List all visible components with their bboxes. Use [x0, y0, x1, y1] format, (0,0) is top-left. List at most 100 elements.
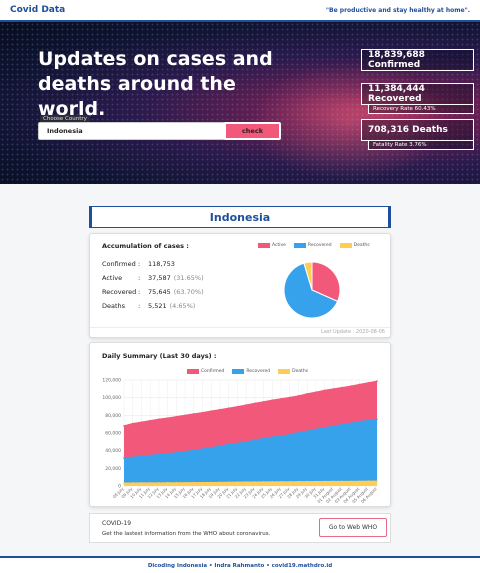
data-point-recovered[interactable] [254, 439, 256, 441]
data-point-deaths[interactable] [332, 480, 335, 483]
data-point-confirmed[interactable] [262, 400, 265, 403]
data-point-recovered[interactable] [123, 457, 125, 459]
data-point-recovered[interactable] [192, 449, 195, 452]
data-point-confirmed[interactable] [184, 414, 186, 417]
data-point-deaths[interactable] [358, 480, 361, 483]
data-point-deaths[interactable] [341, 480, 343, 483]
data-point-confirmed[interactable] [245, 404, 247, 406]
legend-item-recovered[interactable]: Recovered [232, 369, 270, 374]
data-point-confirmed[interactable] [210, 410, 213, 412]
data-point-confirmed[interactable] [192, 413, 195, 415]
data-point-confirmed[interactable] [166, 417, 169, 419]
data-point-deaths[interactable] [262, 481, 265, 483]
data-point-deaths[interactable] [210, 481, 213, 484]
data-point-confirmed[interactable] [332, 388, 335, 390]
legend-item-deaths[interactable]: Deaths [339, 243, 370, 248]
data-point-deaths[interactable] [315, 480, 317, 483]
data-point-recovered[interactable] [315, 428, 317, 431]
data-point-deaths[interactable] [140, 482, 143, 484]
data-point-deaths[interactable] [219, 481, 221, 484]
data-point-confirmed[interactable] [201, 411, 204, 414]
data-point-deaths[interactable] [131, 482, 134, 484]
data-point-confirmed[interactable] [315, 391, 317, 393]
data-point-confirmed[interactable] [297, 395, 300, 397]
data-point-recovered[interactable] [332, 425, 335, 427]
data-point-confirmed[interactable] [350, 385, 352, 387]
data-point-recovered[interactable] [376, 418, 378, 420]
data-point-recovered[interactable] [175, 451, 178, 454]
data-point-recovered[interactable] [245, 441, 247, 443]
data-point-confirmed[interactable] [323, 389, 326, 392]
data-point-confirmed[interactable] [149, 419, 151, 422]
data-point-deaths[interactable] [166, 481, 169, 484]
check-button[interactable]: check [224, 122, 281, 140]
data-point-confirmed[interactable] [236, 405, 239, 408]
data-point-confirmed[interactable] [175, 415, 178, 418]
data-point-recovered[interactable] [201, 448, 204, 450]
legend-item-recovered[interactable]: Recovered [293, 243, 332, 248]
legend-item-deaths[interactable]: Deaths [278, 369, 308, 374]
data-point-deaths[interactable] [306, 480, 309, 483]
data-point-recovered[interactable] [297, 431, 300, 434]
data-point-confirmed[interactable] [288, 396, 291, 399]
data-point-confirmed[interactable] [271, 399, 274, 401]
data-point-confirmed[interactable] [219, 408, 221, 411]
legend-item-confirmed[interactable]: Confirmed [187, 369, 224, 374]
data-point-recovered[interactable] [131, 456, 134, 458]
data-point-recovered[interactable] [323, 426, 326, 429]
data-point-recovered[interactable] [219, 445, 221, 447]
data-point-recovered[interactable] [288, 433, 291, 436]
data-point-deaths[interactable] [245, 481, 247, 483]
data-point-deaths[interactable] [123, 482, 125, 484]
brand-logo[interactable]: Covid Data [10, 5, 65, 15]
data-point-deaths[interactable] [297, 480, 300, 483]
data-point-recovered[interactable] [184, 450, 186, 453]
data-point-deaths[interactable] [376, 480, 378, 482]
data-point-confirmed[interactable] [254, 402, 256, 405]
data-point-deaths[interactable] [192, 481, 195, 484]
legend-item-active[interactable]: Active [258, 243, 286, 248]
data-point-recovered[interactable] [236, 442, 239, 444]
data-point-confirmed[interactable] [158, 418, 160, 420]
data-point-confirmed[interactable] [227, 407, 230, 409]
data-point-deaths[interactable] [367, 480, 370, 482]
data-point-recovered[interactable] [358, 420, 361, 423]
data-point-confirmed[interactable] [123, 425, 125, 427]
data-point-recovered[interactable] [350, 422, 352, 424]
data-point-deaths[interactable] [350, 480, 352, 483]
data-point-deaths[interactable] [227, 481, 230, 484]
data-point-recovered[interactable] [306, 430, 309, 432]
data-point-recovered[interactable] [262, 437, 265, 440]
data-point-confirmed[interactable] [131, 422, 134, 425]
country-input[interactable]: Indonesia [38, 122, 226, 140]
data-point-confirmed[interactable] [367, 381, 370, 384]
data-point-recovered[interactable] [367, 419, 370, 422]
data-point-recovered[interactable] [140, 455, 143, 458]
data-point-recovered[interactable] [271, 436, 274, 438]
data-point-confirmed[interactable] [280, 397, 282, 400]
data-point-recovered[interactable] [341, 423, 343, 426]
data-point-deaths[interactable] [236, 481, 239, 483]
data-point-deaths[interactable] [175, 481, 178, 484]
data-point-confirmed[interactable] [341, 386, 343, 389]
data-point-confirmed[interactable] [306, 392, 309, 395]
data-point-deaths[interactable] [288, 480, 291, 483]
data-point-deaths[interactable] [271, 481, 274, 483]
data-point-recovered[interactable] [158, 453, 160, 456]
data-point-recovered[interactable] [149, 454, 151, 457]
data-point-deaths[interactable] [158, 482, 160, 484]
data-point-deaths[interactable] [184, 481, 186, 484]
data-point-recovered[interactable] [280, 435, 282, 437]
data-point-deaths[interactable] [323, 480, 326, 483]
data-point-recovered[interactable] [166, 452, 169, 455]
data-point-recovered[interactable] [210, 446, 213, 449]
data-point-deaths[interactable] [254, 481, 256, 483]
data-point-deaths[interactable] [201, 481, 204, 484]
data-point-recovered[interactable] [227, 443, 230, 446]
data-point-deaths[interactable] [149, 482, 151, 484]
go-to-who-button[interactable]: Go to Web WHO [319, 518, 387, 537]
data-point-confirmed[interactable] [376, 380, 378, 382]
data-point-confirmed[interactable] [358, 383, 361, 386]
data-point-confirmed[interactable] [140, 421, 143, 423]
data-point-deaths[interactable] [280, 480, 282, 483]
